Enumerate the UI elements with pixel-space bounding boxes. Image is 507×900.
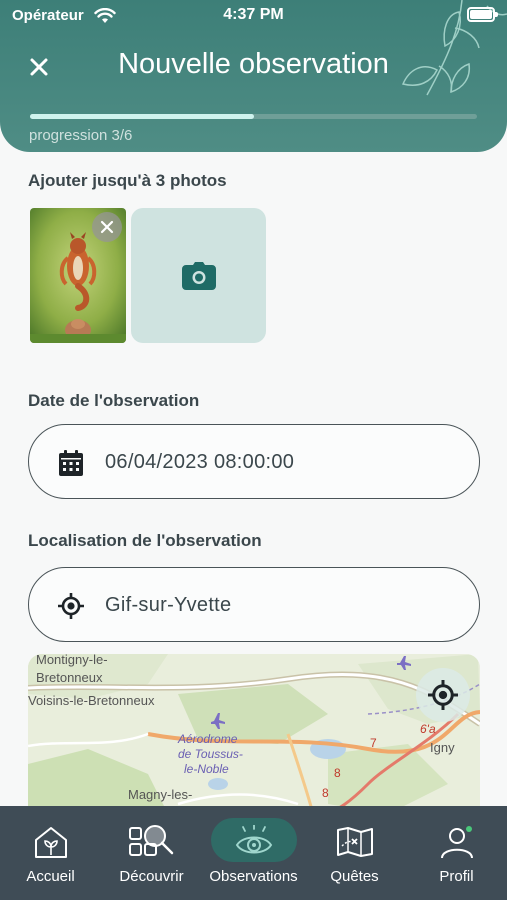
map-quest-icon bbox=[304, 822, 405, 862]
tab-profil[interactable]: Profil bbox=[406, 806, 507, 900]
close-icon bbox=[100, 220, 114, 234]
tab-label: Découvrir bbox=[119, 868, 184, 885]
location-field[interactable]: Gif-sur-Yvette bbox=[28, 567, 480, 642]
location-label: Localisation de l'observation bbox=[28, 531, 262, 550]
progress-bar bbox=[30, 114, 477, 119]
map-road-label: 6'a bbox=[420, 722, 436, 736]
map-place-label: Bretonneux bbox=[36, 670, 103, 685]
home-icon bbox=[0, 822, 101, 862]
map-place-label: de Toussus- bbox=[178, 747, 243, 761]
map-place-label: Aérodrome bbox=[178, 732, 238, 746]
page-title: Nouvelle observation bbox=[118, 48, 389, 80]
map-place-label: Montigny-le- bbox=[36, 654, 108, 667]
map-place-label: Magny-les- bbox=[128, 787, 193, 802]
progress-label: progression 3/6 bbox=[29, 127, 133, 144]
camera-icon bbox=[181, 261, 216, 290]
discover-icon bbox=[101, 822, 202, 862]
date-value: 06/04/2023 08:00:00 bbox=[105, 451, 295, 473]
photos-label: Ajouter jusqu'à 3 photos bbox=[28, 171, 227, 190]
status-bar: Opérateur 4:37 PM bbox=[0, 0, 507, 30]
status-time: 4:37 PM bbox=[223, 6, 284, 23]
add-photo-button[interactable] bbox=[131, 208, 266, 343]
crosshair-icon bbox=[428, 680, 458, 710]
remove-photo-button[interactable] bbox=[92, 212, 122, 242]
date-field[interactable]: 06/04/2023 08:00:00 bbox=[28, 424, 480, 499]
battery-icon bbox=[467, 7, 498, 22]
date-label: Date de l'observation bbox=[28, 391, 200, 410]
map-place-label: Igny bbox=[430, 740, 455, 755]
map-place-label: le-Noble bbox=[184, 762, 229, 776]
tab-accueil[interactable]: Accueil bbox=[0, 806, 101, 900]
tab-label: Quêtes bbox=[330, 868, 379, 885]
tab-observations[interactable]: Observations bbox=[203, 806, 304, 900]
tab-label: Profil bbox=[439, 868, 474, 885]
profile-icon bbox=[406, 822, 507, 862]
header: Opérateur 4:37 PM Nouvelle observation p… bbox=[0, 0, 507, 152]
locate-me-button[interactable] bbox=[416, 668, 470, 722]
eye-icon bbox=[203, 822, 304, 862]
map-road-label: 7 bbox=[370, 736, 377, 750]
tab-label: Observations bbox=[209, 868, 298, 885]
map-place-label: Voisins-le-Bretonneux bbox=[28, 693, 155, 708]
location-value: Gif-sur-Yvette bbox=[105, 594, 232, 616]
tab-decouvrir[interactable]: Découvrir bbox=[101, 806, 202, 900]
tab-quetes[interactable]: Quêtes bbox=[304, 806, 405, 900]
notification-dot bbox=[465, 826, 472, 832]
calendar-icon bbox=[57, 449, 85, 477]
tab-bar: Accueil Découvrir Observations Quêtes Pr… bbox=[0, 806, 507, 900]
crosshair-icon bbox=[57, 592, 85, 620]
map-road-label: 8 bbox=[334, 766, 341, 780]
map-view[interactable]: Montigny-le- Bretonneux Voisins-le-Breto… bbox=[28, 654, 480, 814]
tab-label: Accueil bbox=[26, 868, 75, 885]
progress-fill bbox=[30, 114, 254, 119]
map-road-label: 8 bbox=[322, 786, 329, 800]
